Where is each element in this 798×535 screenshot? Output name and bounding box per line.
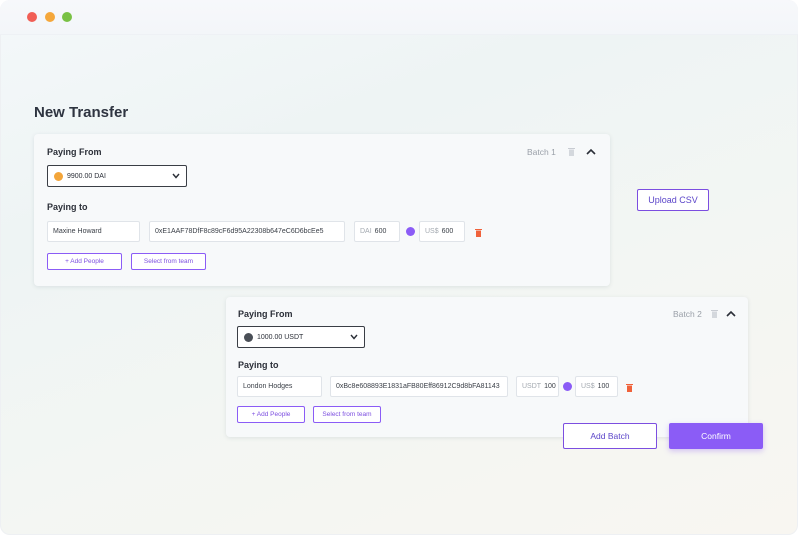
close-window-button[interactable]: [27, 12, 37, 22]
maximize-window-button[interactable]: [62, 12, 72, 22]
batch-card-2: Paying From Batch 2 1000.00 USDT Paying …: [226, 297, 748, 437]
token-amount: 600: [374, 228, 387, 235]
usd-amount-input[interactable]: US$ 100: [575, 376, 618, 397]
add-people-button[interactable]: + Add People: [237, 406, 305, 423]
swap-icon[interactable]: [563, 382, 572, 391]
chevron-up-icon[interactable]: [586, 148, 596, 155]
recipient-name-input[interactable]: London Hodges: [237, 376, 322, 397]
select-from-team-button[interactable]: Select from team: [131, 253, 206, 270]
add-people-button[interactable]: + Add People: [47, 253, 122, 270]
delete-icon[interactable]: [475, 228, 482, 237]
token-amount-input[interactable]: USDT 100: [516, 376, 559, 397]
dai-coin-icon: [54, 171, 63, 181]
paying-from-value: 1000.00 USDT: [257, 333, 304, 341]
usd-unit: US$: [425, 228, 439, 235]
usdt-coin-icon: [244, 332, 253, 342]
swap-icon[interactable]: [406, 227, 415, 236]
token-amount: 100: [544, 383, 556, 390]
title-bar: [0, 0, 798, 35]
paying-from-select[interactable]: 1000.00 USDT: [237, 326, 365, 348]
delete-icon[interactable]: [626, 383, 633, 392]
token-unit: USDT: [522, 383, 542, 390]
token-amount-input[interactable]: DAI 600: [354, 221, 400, 242]
confirm-button[interactable]: Confirm: [669, 423, 763, 449]
chevron-down-icon: [350, 334, 358, 340]
paying-from-select[interactable]: 9900.00 DAI: [47, 165, 187, 187]
paying-from-label: Paying From: [238, 309, 293, 319]
recipient-address-input[interactable]: 0xE1AAF78DfF8c89cF6d95A22308b647eC6D6bcE…: [149, 221, 345, 242]
usd-unit: US$: [581, 383, 595, 390]
recipient-address-input[interactable]: 0xBc8e608893E1831aFB80Eff86912C9d8bFA811…: [330, 376, 508, 397]
paying-to-label: Paying to: [238, 360, 279, 370]
app-window: New Transfer Paying From Batch 1 9900.00…: [0, 0, 798, 535]
chevron-down-icon: [172, 173, 180, 179]
trash-icon[interactable]: [711, 309, 718, 318]
page-title: New Transfer: [34, 104, 129, 121]
usd-amount: 100: [597, 383, 610, 390]
token-unit: DAI: [360, 228, 372, 235]
upload-csv-button[interactable]: Upload CSV: [637, 189, 709, 211]
batch-label: Batch 2: [673, 309, 702, 319]
select-from-team-button[interactable]: Select from team: [313, 406, 381, 423]
usd-amount-input[interactable]: US$ 600: [419, 221, 465, 242]
recipient-name-input[interactable]: Maxine Howard: [47, 221, 140, 242]
usd-amount: 600: [441, 228, 454, 235]
minimize-window-button[interactable]: [45, 12, 55, 22]
paying-from-value: 9900.00 DAI: [67, 172, 106, 180]
batch-label: Batch 1: [527, 147, 556, 157]
paying-from-label: Paying From: [47, 147, 102, 157]
trash-icon[interactable]: [568, 147, 575, 156]
batch-card-1: Paying From Batch 1 9900.00 DAI Paying t…: [34, 134, 610, 286]
add-batch-button[interactable]: Add Batch: [563, 423, 657, 449]
paying-to-label: Paying to: [47, 202, 88, 212]
chevron-up-icon[interactable]: [726, 310, 736, 317]
